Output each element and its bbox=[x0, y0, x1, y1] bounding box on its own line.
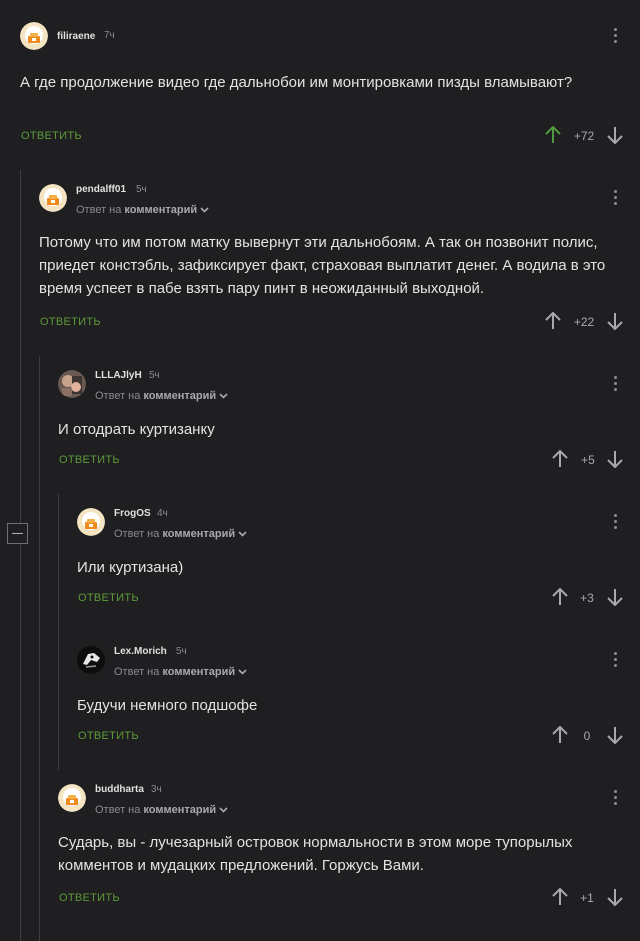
comment-text: Будучи немного подшофе bbox=[77, 697, 258, 714]
chevron-down-icon[interactable] bbox=[238, 666, 247, 678]
reply-button[interactable]: ОТВЕТИТЬ bbox=[78, 592, 139, 604]
comment-rating: +72 bbox=[573, 129, 595, 143]
comment-filiraene: filiraene 7ч А где продолжение видео где… bbox=[20, 22, 630, 152]
downvote-arrow-icon[interactable] bbox=[607, 126, 623, 145]
comment-username[interactable]: LLLAJlyH bbox=[95, 370, 142, 381]
reply-to-prefix: Ответ на bbox=[95, 804, 141, 816]
upvote-arrow-icon[interactable] bbox=[552, 887, 568, 906]
reply-to-prefix: Ответ на bbox=[114, 666, 160, 678]
comment-lex-morich: Lex.Morich 5ч Ответ на комментарий Будуч… bbox=[77, 646, 630, 756]
comment-text: Потому что им потом матку вывернут эти д… bbox=[39, 234, 606, 297]
reply-to-prefix: Ответ на bbox=[114, 528, 160, 540]
more-options-icon[interactable] bbox=[610, 376, 620, 394]
comment-pendalff01: pendalff01 5ч Ответ на комментарий Потом… bbox=[39, 184, 630, 344]
comment-username[interactable]: buddharta bbox=[95, 784, 144, 795]
upvote-arrow-icon[interactable] bbox=[545, 311, 561, 330]
reply-to-link[interactable]: Ответ на комментарий bbox=[95, 390, 228, 402]
upvote-arrow-icon[interactable] bbox=[545, 125, 561, 144]
comment-time: 4ч bbox=[157, 508, 168, 519]
comment-username[interactable]: FrogOS bbox=[114, 508, 151, 519]
reply-to-link[interactable]: Ответ на комментарий bbox=[76, 204, 209, 216]
comment-username[interactable]: pendalff01 bbox=[76, 184, 126, 195]
comment-lllajlyh: LLLAJlyH 5ч Ответ на комментарий И отодр… bbox=[58, 370, 630, 480]
comment-time: 5ч bbox=[136, 184, 147, 195]
comment-time: 5ч bbox=[149, 370, 160, 381]
comment-rating: +3 bbox=[580, 591, 594, 605]
comment-rating: +5 bbox=[581, 453, 595, 467]
character-avatar-icon[interactable] bbox=[77, 646, 105, 674]
downvote-arrow-icon[interactable] bbox=[607, 312, 623, 331]
more-options-icon[interactable] bbox=[610, 652, 620, 670]
pikabu-default-avatar-icon[interactable] bbox=[20, 22, 48, 50]
comment-username[interactable]: filiraene bbox=[57, 31, 95, 42]
reply-button[interactable]: ОТВЕТИТЬ bbox=[40, 316, 101, 328]
reply-to-target[interactable]: комментарий bbox=[143, 390, 216, 402]
comment-username[interactable]: Lex.Morich bbox=[114, 646, 167, 657]
reply-to-link[interactable]: Ответ на комментарий bbox=[114, 528, 247, 540]
comment-text: А где продолжение видео где дальнобои им… bbox=[20, 74, 573, 91]
more-options-icon[interactable] bbox=[610, 514, 620, 532]
upvote-arrow-icon[interactable] bbox=[552, 587, 568, 606]
comment-time: 7ч bbox=[104, 30, 115, 41]
reply-to-target[interactable]: комментарий bbox=[162, 528, 235, 540]
chevron-down-icon[interactable] bbox=[219, 390, 228, 402]
thread-line-level-1 bbox=[20, 170, 21, 941]
thread-line-level-3 bbox=[58, 494, 59, 770]
reply-to-target[interactable]: комментарий bbox=[143, 804, 216, 816]
user-photo-avatar-icon[interactable] bbox=[58, 370, 86, 398]
comment-rating: +1 bbox=[580, 891, 594, 905]
reply-to-target[interactable]: комментарий bbox=[162, 666, 235, 678]
upvote-arrow-icon[interactable] bbox=[552, 725, 568, 744]
reply-to-link[interactable]: Ответ на комментарий bbox=[95, 804, 228, 816]
reply-button[interactable]: ОТВЕТИТЬ bbox=[59, 892, 120, 904]
reply-to-link[interactable]: Ответ на комментарий bbox=[114, 666, 247, 678]
comment-frogos: FrogOS 4ч Ответ на комментарий Или курти… bbox=[77, 508, 630, 618]
more-options-icon[interactable] bbox=[610, 28, 620, 46]
pikabu-default-avatar-icon[interactable] bbox=[58, 784, 86, 812]
thread-line-level-2 bbox=[39, 356, 40, 941]
reply-button[interactable]: ОТВЕТИТЬ bbox=[78, 730, 139, 742]
downvote-arrow-icon[interactable] bbox=[607, 888, 623, 907]
comment-text: Сударь, вы - лучезарный островок нормаль… bbox=[58, 834, 573, 874]
comment-text: Или куртизана) bbox=[77, 559, 184, 576]
downvote-arrow-icon[interactable] bbox=[607, 726, 623, 745]
more-options-icon[interactable] bbox=[610, 790, 620, 808]
more-options-icon[interactable] bbox=[610, 190, 620, 208]
downvote-arrow-icon[interactable] bbox=[607, 588, 623, 607]
comment-time: 3ч bbox=[151, 784, 162, 795]
pikabu-default-avatar-icon[interactable] bbox=[39, 184, 67, 212]
pikabu-default-avatar-icon[interactable] bbox=[77, 508, 105, 536]
collapse-thread-button[interactable] bbox=[7, 523, 28, 544]
reply-to-prefix: Ответ на bbox=[76, 204, 122, 216]
chevron-down-icon[interactable] bbox=[200, 204, 209, 216]
reply-to-prefix: Ответ на bbox=[95, 390, 141, 402]
reply-to-target[interactable]: комментарий bbox=[124, 204, 197, 216]
comment-buddharta: buddharta 3ч Ответ на комментарий Сударь… bbox=[58, 784, 630, 924]
upvote-arrow-icon[interactable] bbox=[552, 449, 568, 468]
chevron-down-icon[interactable] bbox=[219, 804, 228, 816]
reply-button[interactable]: ОТВЕТИТЬ bbox=[59, 454, 120, 466]
chevron-down-icon[interactable] bbox=[238, 528, 247, 540]
comment-rating: +22 bbox=[573, 315, 595, 329]
comment-rating: 0 bbox=[583, 729, 591, 743]
comment-text: И отодрать куртизанку bbox=[58, 421, 215, 438]
downvote-arrow-icon[interactable] bbox=[607, 450, 623, 469]
comment-time: 5ч bbox=[176, 646, 187, 657]
reply-button[interactable]: ОТВЕТИТЬ bbox=[21, 130, 82, 142]
